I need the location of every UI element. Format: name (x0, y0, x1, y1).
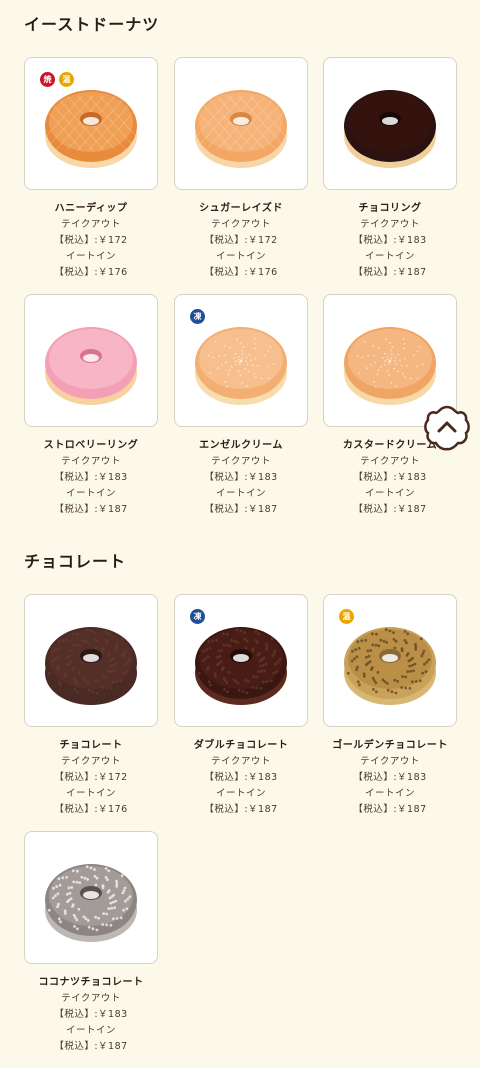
product-badge: 温 (339, 609, 354, 624)
product-image[interactable]: 凍 (174, 594, 308, 727)
eat-in-price: 【税込】:￥187 (204, 504, 278, 515)
takeout-label: テイクアウト (360, 219, 420, 230)
takeout-price: 【税込】:￥183 (204, 772, 278, 783)
product-image[interactable] (323, 57, 457, 190)
eat-in-label: イートイン (215, 488, 266, 499)
eat-in-label: イートイン (364, 788, 415, 799)
eat-in-label: イートイン (65, 788, 116, 799)
takeout-label: テイクアウト (61, 756, 121, 767)
product-badge: 凍 (190, 309, 205, 324)
takeout-label: テイクアウト (211, 756, 271, 767)
donut-image (45, 864, 137, 942)
eat-in-label: イートイン (364, 488, 415, 499)
eat-in-label: イートイン (215, 251, 266, 262)
donut-image (45, 327, 137, 405)
takeout-price: 【税込】:￥172 (204, 235, 278, 246)
product-name: ストロベリーリング (43, 440, 139, 451)
takeout-label: テイクアウト (61, 456, 121, 467)
takeout-label: テイクアウト (211, 219, 271, 230)
product-name: チョコリング (358, 203, 422, 214)
product-badge: 温 (59, 72, 74, 87)
product-name: ココナツチョコレート (38, 977, 144, 988)
product-image[interactable] (24, 294, 158, 427)
eat-in-price: 【税込】:￥187 (204, 804, 278, 815)
takeout-price: 【税込】:￥183 (353, 472, 427, 483)
scroll-to-top-button[interactable] (422, 403, 472, 453)
takeout-label: テイクアウト (211, 456, 271, 467)
chevron-up-icon (424, 405, 470, 451)
donut-image (45, 627, 137, 705)
takeout-label: テイクアウト (61, 219, 121, 230)
eat-in-label: イートイン (65, 1025, 116, 1036)
takeout-price: 【税込】:￥183 (54, 1009, 128, 1020)
eat-in-label: イートイン (65, 488, 116, 499)
takeout-label: テイクアウト (360, 756, 420, 767)
eat-in-price: 【税込】:￥176 (204, 267, 278, 278)
product-image[interactable]: 温 (323, 594, 457, 727)
takeout-price: 【税込】:￥183 (204, 472, 278, 483)
product-name: シュガーレイズド (199, 203, 283, 214)
takeout-price: 【税込】:￥183 (353, 235, 427, 246)
product-image[interactable]: 凍 (174, 294, 308, 427)
product-name: エンゼルクリーム (199, 440, 283, 451)
product-badge: 焼 (40, 72, 55, 87)
takeout-label: テイクアウト (360, 456, 420, 467)
section-title-chocolate: チョコレート (24, 552, 127, 571)
eat-in-price: 【税込】:￥187 (54, 504, 128, 515)
eat-in-label: イートイン (364, 251, 415, 262)
eat-in-price: 【税込】:￥187 (353, 267, 427, 278)
eat-in-price: 【税込】:￥176 (54, 267, 128, 278)
takeout-price: 【税込】:￥183 (54, 472, 128, 483)
product-name: ゴールデンチョコレート (332, 740, 448, 751)
eat-in-price: 【税込】:￥176 (54, 804, 128, 815)
product-image[interactable] (174, 57, 308, 190)
product-name: ダブルチョコレート (193, 740, 289, 751)
product-badge: 凍 (190, 609, 205, 624)
donut-image (183, 90, 299, 168)
donut-image (344, 90, 436, 168)
takeout-label: テイクアウト (61, 993, 121, 1004)
product-image[interactable] (24, 831, 158, 964)
product-name: ハニーディップ (54, 203, 128, 214)
eat-in-label: イートイン (65, 251, 116, 262)
product-image[interactable] (24, 594, 158, 727)
product-name: チョコレート (59, 740, 123, 751)
eat-in-price: 【税込】:￥187 (54, 1041, 128, 1052)
takeout-price: 【税込】:￥183 (353, 772, 427, 783)
eat-in-price: 【税込】:￥187 (353, 804, 427, 815)
product-image[interactable]: 焼温 (24, 57, 158, 190)
section-title-yeast-donuts: イーストドーナツ (24, 15, 160, 34)
eat-in-label: イートイン (215, 788, 266, 799)
takeout-price: 【税込】:￥172 (54, 772, 128, 783)
takeout-price: 【税込】:￥172 (54, 235, 128, 246)
eat-in-price: 【税込】:￥187 (353, 504, 427, 515)
